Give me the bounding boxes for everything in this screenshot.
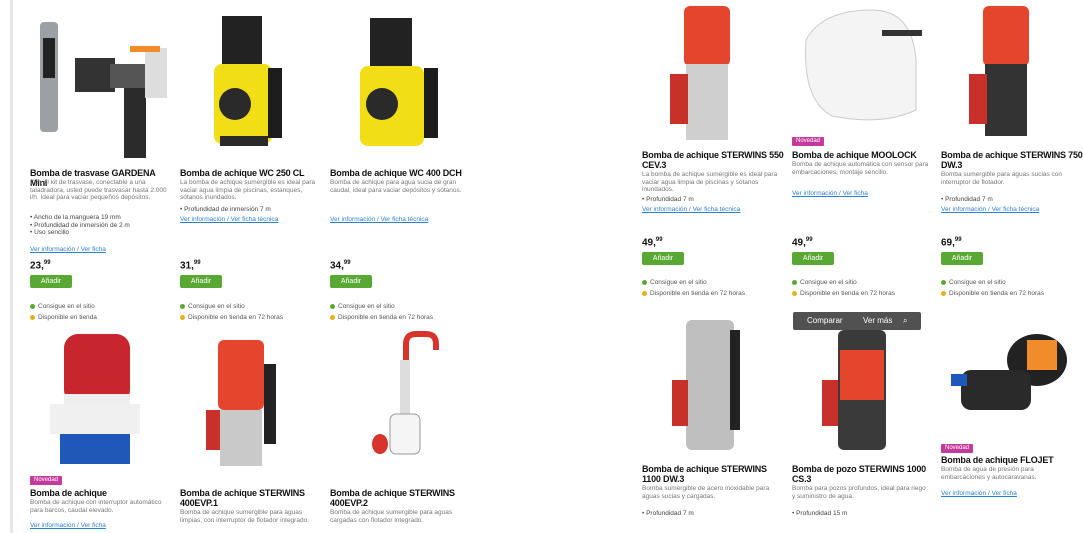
more-info-link[interactable]: Ver información / Ver ficha técnica <box>330 216 428 223</box>
product-title[interactable]: Bomba de achique MOOLOCK <box>792 150 917 160</box>
hover-action-bar: Comparar Ver más ⌕ <box>793 312 921 330</box>
product-image[interactable] <box>330 324 472 474</box>
product-title[interactable]: Bomba de achique <box>30 488 107 498</box>
price: 69,99 <box>941 237 962 249</box>
price: 31,99 <box>180 260 201 272</box>
stock-online: Consigue en el sitio <box>180 302 245 311</box>
product-features: Profundidad 7 m <box>642 510 780 518</box>
add-to-cart-button[interactable]: Añadir <box>330 275 372 288</box>
product-image[interactable] <box>941 0 1083 150</box>
feature-item: Profundidad de inmersión 7 m <box>180 206 318 214</box>
feature-item: Profundidad 15 m <box>792 510 930 518</box>
novelty-badge: Novedad <box>30 476 63 485</box>
product-description: La bomba de achique sumergible es ideal … <box>642 171 778 193</box>
feature-item: Profundidad 7 m <box>642 196 780 204</box>
more-info-link[interactable]: Ver información / Ver ficha técnica <box>941 206 1039 213</box>
price: 34,99 <box>330 260 351 272</box>
product-description: Bomba de agua de presión para embarcacio… <box>941 466 1037 481</box>
product-description: Bomba sumergible para aguas sucias con i… <box>941 171 1063 186</box>
stock-store: Disponible en tienda en 72 horas <box>792 289 895 298</box>
product-image[interactable] <box>30 8 172 158</box>
more-info-link[interactable]: Ver información / Ver ficha <box>30 522 106 529</box>
product-description: Bomba de achique con interruptor automát… <box>30 499 162 514</box>
feature-item: Uso sencillo <box>30 229 168 237</box>
price: 23,99 <box>30 260 51 272</box>
more-info-link[interactable]: Ver información / Ver ficha <box>30 246 106 253</box>
product-features: Profundidad 7 m <box>941 196 1079 204</box>
product-description: Bomba para pozos profundos, ideal para r… <box>792 485 926 500</box>
product-description: Bomba de achique automática con sensor p… <box>792 161 929 176</box>
product-title[interactable]: Bomba de achique FLOJET <box>941 455 1054 465</box>
product-image[interactable] <box>792 0 934 135</box>
more-info-link[interactable]: Ver información / Ver ficha técnica <box>642 206 740 213</box>
page-divider <box>10 0 13 533</box>
add-to-cart-button[interactable]: Añadir <box>642 252 684 265</box>
product-title[interactable]: Bomba de achique STERWINS 400EVP.2 <box>330 488 472 508</box>
product-image[interactable] <box>792 310 934 460</box>
novelty-badge: Novedad <box>792 137 825 146</box>
stock-online: Consigue en el sitio <box>330 302 395 311</box>
stock-store: Disponible en tienda <box>30 313 97 322</box>
stock-store: Disponible en tienda en 72 horas <box>642 289 745 298</box>
feature-item: Ancho de la manguera 19 mm <box>30 214 168 222</box>
stock-online: Consigue en el sitio <box>30 302 95 311</box>
product-features: Profundidad de inmersión 7 m <box>180 206 318 214</box>
product-image[interactable] <box>330 8 472 158</box>
product-image[interactable] <box>180 8 322 158</box>
product-image[interactable] <box>30 324 172 474</box>
search-icon[interactable]: ⌕ <box>903 312 907 330</box>
feature-item: Profundidad de inmersión de 2 m <box>30 222 168 230</box>
add-to-cart-button[interactable]: Añadir <box>30 275 72 288</box>
product-description: Con el kit de trasvase, conectable a una… <box>30 179 167 201</box>
product-description: Bomba de achique sumergible para aguas c… <box>330 509 453 524</box>
product-title[interactable]: Bomba de achique WC 400 DCH <box>330 168 462 178</box>
add-to-cart-button[interactable]: Añadir <box>792 252 834 265</box>
stock-store: Disponible en tienda en 72 horas <box>330 313 433 322</box>
stock-online: Consigue en el sitio <box>941 278 1006 287</box>
product-features: Ancho de la manguera 19 mm Profundidad d… <box>30 214 168 237</box>
product-image[interactable] <box>180 324 322 474</box>
product-description: Bomba de achique para agua sucia de gran… <box>330 179 462 194</box>
stock-store: Disponible en tienda en 72 horas <box>180 313 283 322</box>
product-image[interactable] <box>642 0 784 150</box>
more-info-link[interactable]: Ver información / Ver ficha técnica <box>180 216 278 223</box>
product-description: Bomba de achique sumergible para aguas l… <box>180 509 309 524</box>
price: 49,99 <box>792 237 813 249</box>
product-title[interactable]: Bomba de achique WC 250 CL <box>180 168 305 178</box>
product-title[interactable]: Bomba de achique STERWINS 550 CEV.3 <box>642 150 784 170</box>
compare-button[interactable]: Comparar <box>807 312 843 330</box>
product-image[interactable] <box>941 310 1083 445</box>
add-to-cart-button[interactable]: Añadir <box>180 275 222 288</box>
product-features: Profundidad 7 m <box>642 196 780 204</box>
product-image[interactable] <box>642 310 784 460</box>
product-title[interactable]: Bomba de achique STERWINS 750 DW.3 <box>941 150 1083 170</box>
more-info-link[interactable]: Ver información / Ver ficha <box>792 190 868 197</box>
novelty-badge: Novedad <box>941 444 974 453</box>
more-info-link[interactable]: Ver información / Ver ficha <box>941 490 1017 497</box>
feature-item: Profundidad 7 m <box>941 196 1079 204</box>
stock-store: Disponible en tienda en 72 horas <box>941 289 1044 298</box>
product-description: Bomba sumergible de acero inoxidable par… <box>642 485 770 500</box>
product-title[interactable]: Bomba de achique STERWINS 400EVP.1 <box>180 488 322 508</box>
product-description: La bomba de achique sumergible es ideal … <box>180 179 316 201</box>
stock-online: Consigue en el sitio <box>642 278 707 287</box>
product-title[interactable]: Bomba de pozo STERWINS 1000 CS.3 <box>792 464 934 484</box>
price: 49,99 <box>642 237 663 249</box>
stock-online: Consigue en el sitio <box>792 278 857 287</box>
feature-item: Profundidad 7 m <box>642 510 780 518</box>
product-title[interactable]: Bomba de achique STERWINS 1100 DW.3 <box>642 464 784 484</box>
add-to-cart-button[interactable]: Añadir <box>941 252 983 265</box>
product-features: Profundidad 15 m <box>792 510 930 518</box>
view-more-button[interactable]: Ver más <box>863 312 892 330</box>
